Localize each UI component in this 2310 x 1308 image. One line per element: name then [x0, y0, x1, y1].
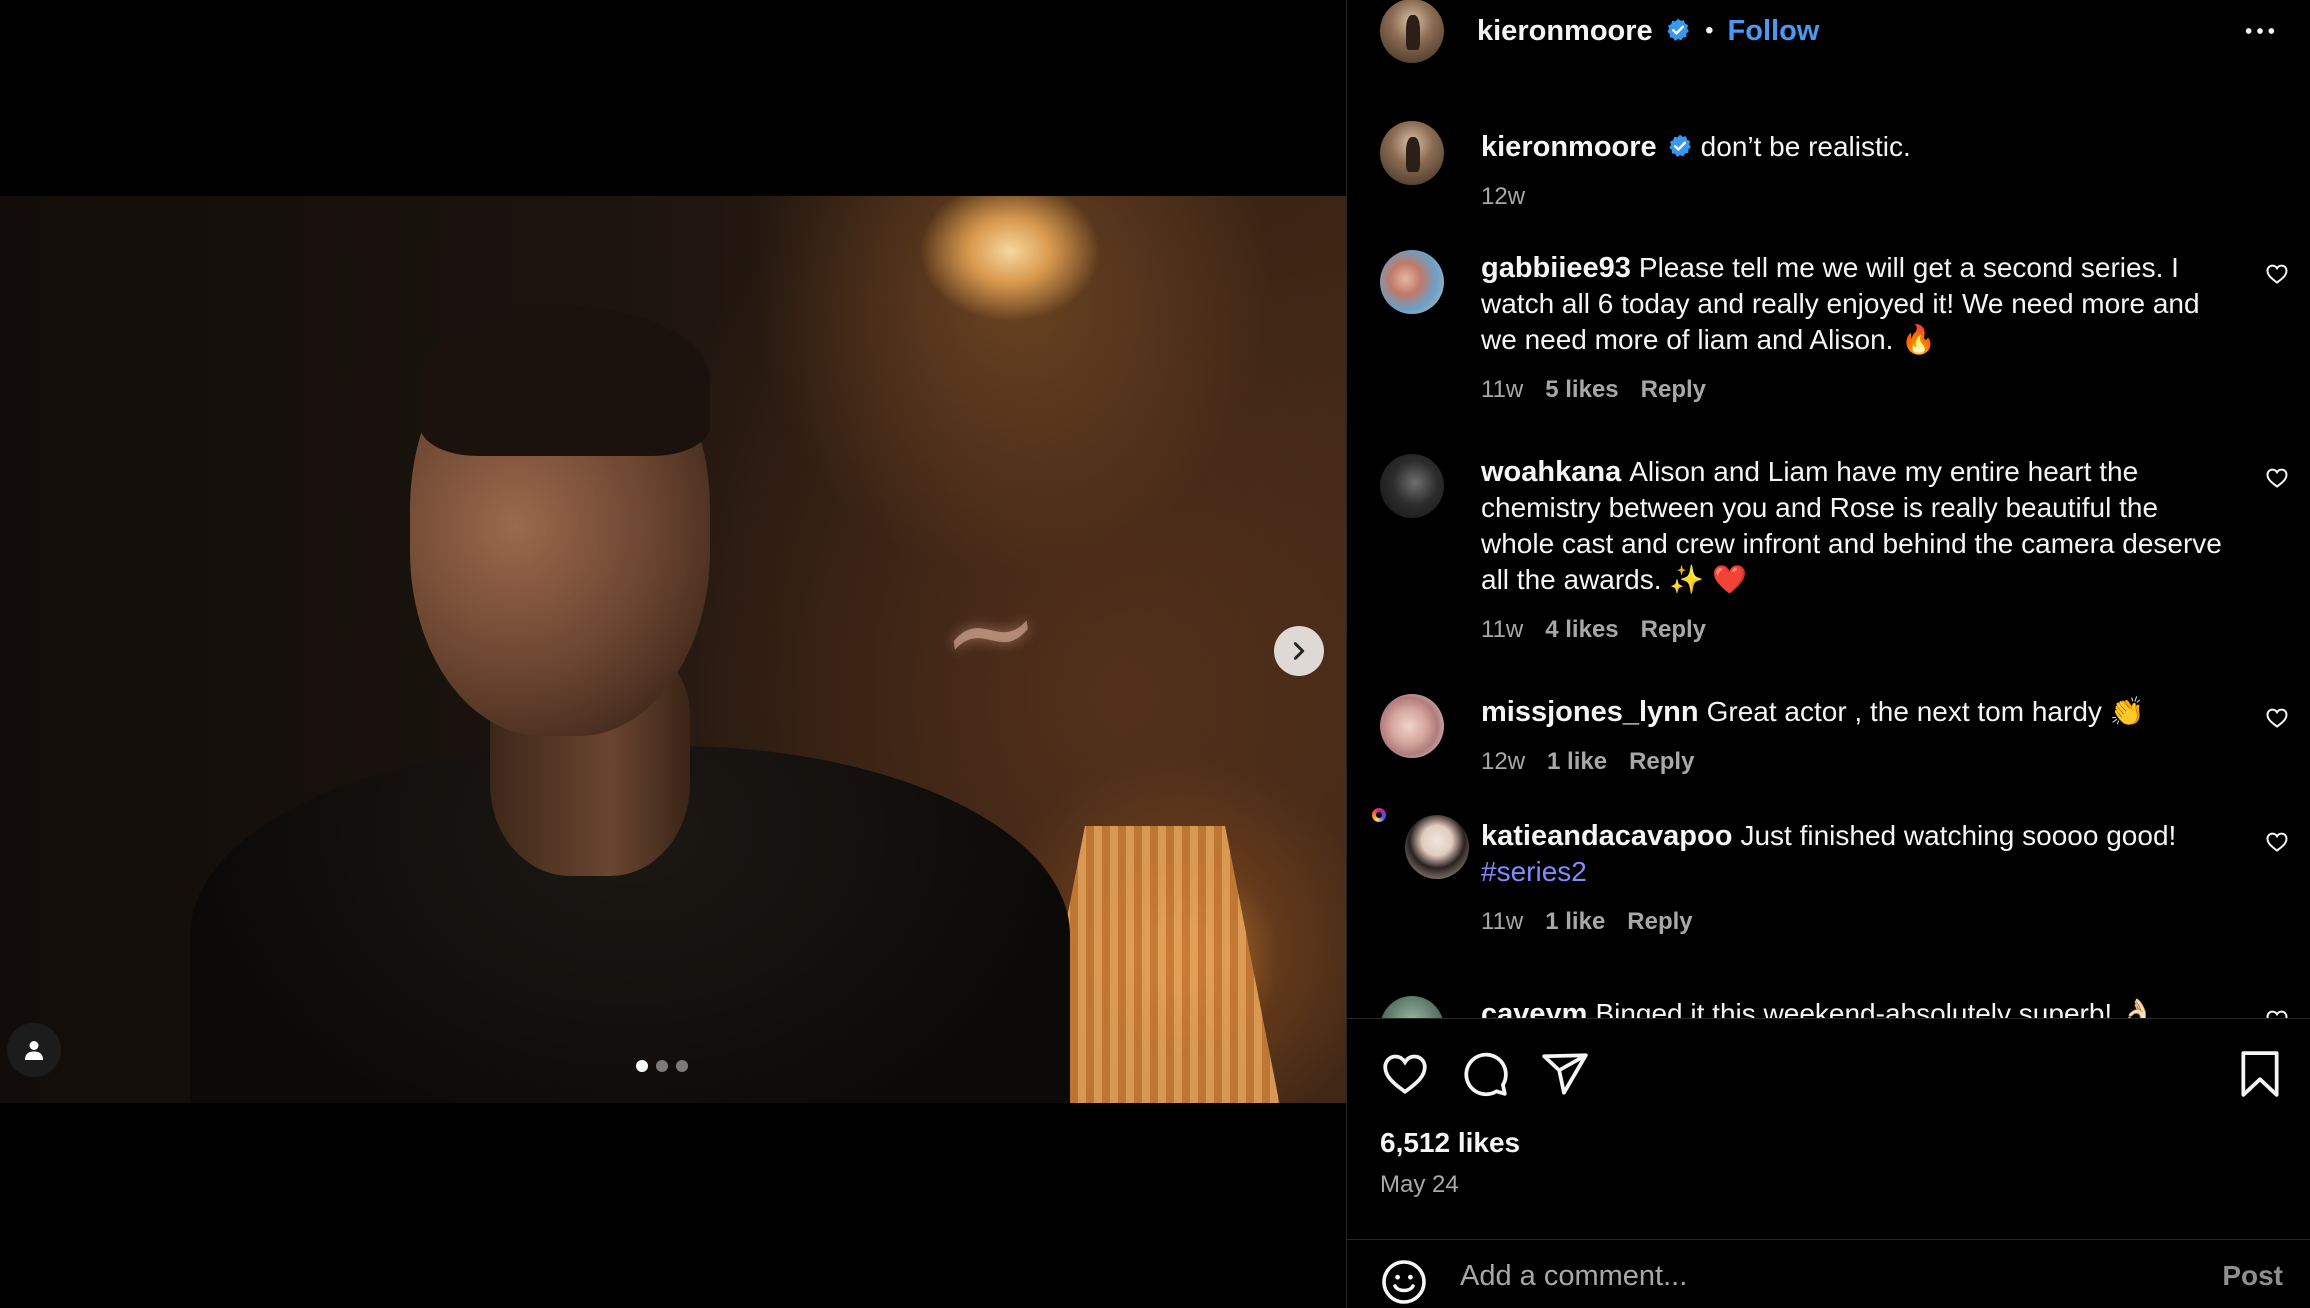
carousel-indicator [636, 1060, 688, 1072]
more-horizontal-icon[interactable] [2243, 14, 2277, 48]
commenter-username[interactable]: gabbiiee93 [1481, 252, 1631, 284]
author-avatar[interactable] [1380, 0, 1444, 63]
bookmark-icon[interactable] [2237, 1049, 2283, 1099]
commenter-avatar-story-ring[interactable] [1372, 808, 1469, 879]
comment-reply-button[interactable]: Reply [1627, 904, 1692, 940]
story-ring-inner [1376, 812, 1469, 879]
caption-timestamp[interactable]: 12w [1481, 179, 1525, 215]
caption-meta: 12w [1481, 179, 2233, 215]
commenter-avatar[interactable] [1405, 815, 1469, 879]
carousel-dot [636, 1060, 648, 1072]
comment-body: katieandacavapoo Just finished watching s… [1481, 818, 2233, 940]
heart-icon[interactable] [1380, 1049, 1430, 1099]
author-username-text[interactable]: kieronmoore [1477, 15, 1653, 47]
emoji-icon[interactable] [1380, 1258, 1428, 1306]
header-separator: • [1705, 17, 1714, 44]
add-comment-input[interactable] [1460, 1254, 2160, 1298]
post-header: kieronmoore • Follow [1347, 0, 2310, 63]
comment-body: missjones_lynn Great actor , the next tom… [1481, 694, 2233, 780]
heart-icon[interactable] [2265, 262, 2289, 286]
add-comment-row: Post [1347, 1239, 2310, 1308]
comment-text: Great actor , the next tom hardy 👏 [1706, 696, 2145, 727]
heart-icon[interactable] [2265, 830, 2289, 854]
comments-list[interactable]: kieronmoore don’t be realistic. 12w gabbi… [1347, 88, 2310, 1018]
caption-author-avatar[interactable] [1380, 121, 1444, 185]
heart-icon[interactable] [2265, 466, 2289, 490]
comment-reply-button[interactable]: Reply [1641, 372, 1706, 408]
commenter-username[interactable]: katieandacavapoo [1481, 820, 1732, 852]
chevron-right-icon [1293, 642, 1305, 660]
post-date[interactable]: May 24 [1380, 1171, 1459, 1199]
commenter-avatar[interactable] [1380, 250, 1444, 314]
carousel-next-button[interactable] [1274, 626, 1324, 676]
comment-hashtag-link[interactable]: #series2 [1481, 856, 1587, 887]
comment-meta: 11w 4 likes Reply [1481, 612, 2233, 648]
comment-timestamp[interactable]: 12w [1481, 744, 1525, 780]
carousel-dot [676, 1060, 688, 1072]
comment-likes[interactable]: 5 likes [1545, 372, 1618, 408]
commenter-avatar[interactable] [1380, 454, 1444, 518]
photo-subject [190, 306, 1090, 1103]
post-media: ~ [0, 0, 1346, 1308]
heart-icon[interactable] [2265, 1008, 2289, 1018]
post-comment-button[interactable]: Post [2222, 1260, 2283, 1292]
commenter-avatar[interactable] [1380, 996, 1444, 1018]
verified-badge-icon [1669, 134, 1691, 157]
post-photo[interactable]: ~ [0, 196, 1346, 1103]
comment-text: Just finished watching soooo good! [1740, 820, 2177, 851]
comment-body: woahkana Alison and Liam have my entire h… [1481, 454, 2233, 648]
comment-meta: 11w 5 likes Reply [1481, 372, 2233, 408]
comment-likes[interactable]: 1 like [1545, 904, 1605, 940]
comment-text: Binged it this weekend-absolutely superb… [1595, 998, 2155, 1018]
post-actions: 6,512 likes May 24 Post [1347, 1018, 2310, 1308]
comment-icon[interactable] [1460, 1049, 1510, 1099]
comment-meta: 11w 1 like Reply [1481, 904, 2233, 940]
post-likes-count[interactable]: 6,512 likes [1380, 1127, 1520, 1159]
commenter-username[interactable]: woahkana [1481, 456, 1621, 488]
comment-body: caveym Binged it this weekend-absolutely … [1481, 996, 2233, 1018]
user-tag-icon [25, 1041, 43, 1060]
commenter-username[interactable]: missjones_lynn [1481, 696, 1699, 728]
comment-body: gabbiiee93 Please tell me we will get a s… [1481, 250, 2233, 408]
author-username[interactable]: kieronmoore [1477, 15, 1691, 48]
caption-author-username[interactable]: kieronmoore [1481, 131, 1657, 163]
post-side-panel: kieronmoore • Follow kieronmoore don’t be… [1346, 0, 2310, 1308]
photo-subject-hair [420, 306, 710, 456]
tagged-users-button[interactable] [7, 1023, 61, 1077]
caption-body: kieronmoore don’t be realistic. 12w [1481, 129, 2233, 215]
carousel-dot [656, 1060, 668, 1072]
comment-reply-button[interactable]: Reply [1629, 744, 1694, 780]
comment-likes[interactable]: 1 like [1547, 744, 1607, 780]
heart-icon[interactable] [2265, 706, 2289, 730]
send-icon[interactable] [1540, 1049, 1590, 1099]
comment-likes[interactable]: 4 likes [1545, 612, 1618, 648]
caption-text: don’t be realistic. [1700, 131, 1911, 162]
commenter-username[interactable]: caveym [1481, 998, 1587, 1018]
comment-timestamp[interactable]: 11w [1481, 904, 1523, 940]
comment-meta: 12w 1 like Reply [1481, 744, 2233, 780]
verified-badge-icon [1667, 18, 1689, 41]
follow-button[interactable]: Follow [1728, 15, 1820, 48]
comment-timestamp[interactable]: 11w [1481, 372, 1523, 408]
commenter-avatar[interactable] [1380, 694, 1444, 758]
comment-reply-button[interactable]: Reply [1641, 612, 1706, 648]
comment-timestamp[interactable]: 11w [1481, 612, 1523, 648]
